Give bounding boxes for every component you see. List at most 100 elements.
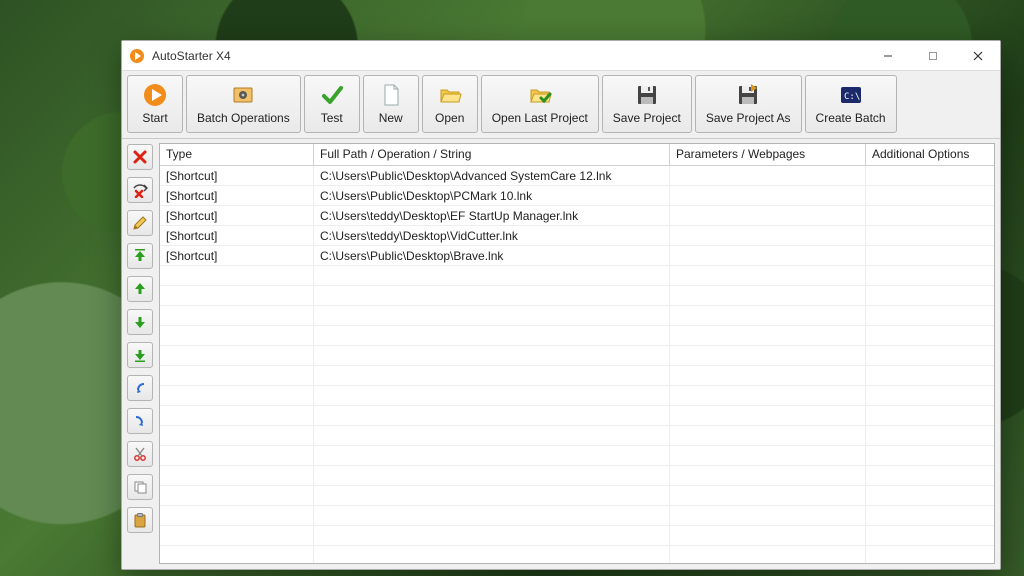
create-batch-button[interactable]: C:\ Create Batch: [805, 75, 897, 133]
batch-ops-label: Batch Operations: [197, 111, 290, 125]
table-row[interactable]: [160, 466, 994, 486]
cell-path: [314, 286, 670, 305]
table-row[interactable]: [160, 406, 994, 426]
cell-options: [866, 206, 994, 225]
open-button[interactable]: Open: [422, 75, 478, 133]
col-params[interactable]: Parameters / Webpages: [670, 144, 866, 165]
cell-options: [866, 546, 994, 563]
table-row[interactable]: [160, 546, 994, 563]
table-row[interactable]: [160, 526, 994, 546]
cell-path: [314, 466, 670, 485]
cell-path: C:\Users\Public\Desktop\Advanced SystemC…: [314, 166, 670, 185]
close-button[interactable]: [955, 41, 1000, 70]
play-icon: [143, 83, 167, 107]
side-toolbar: [127, 143, 155, 564]
cell-params: [670, 266, 866, 285]
cell-options: [866, 166, 994, 185]
cell-type: [160, 406, 314, 425]
move-bottom-button[interactable]: [127, 342, 153, 368]
table-row[interactable]: [Shortcut]C:\Users\Public\Desktop\Brave.…: [160, 246, 994, 266]
delete-button[interactable]: [127, 144, 153, 170]
folder-open-icon: [438, 83, 462, 107]
cell-type: [160, 506, 314, 525]
move-down-button[interactable]: [127, 309, 153, 335]
save-as-icon: [736, 83, 760, 107]
cell-type: [160, 266, 314, 285]
terminal-icon: C:\: [839, 83, 863, 107]
cell-options: [866, 466, 994, 485]
maximize-button[interactable]: [910, 41, 955, 70]
new-button[interactable]: New: [363, 75, 419, 133]
cell-params: [670, 186, 866, 205]
save-project-as-button[interactable]: Save Project As: [695, 75, 802, 133]
table-row[interactable]: [160, 426, 994, 446]
table-row[interactable]: [160, 506, 994, 526]
cell-options: [866, 306, 994, 325]
cell-params: [670, 446, 866, 465]
cell-path: C:\Users\Public\Desktop\Brave.lnk: [314, 246, 670, 265]
open-last-label: Open Last Project: [492, 111, 588, 125]
save-label: Save Project: [613, 111, 681, 125]
titlebar[interactable]: AutoStarter X4: [122, 41, 1000, 71]
table-row[interactable]: [160, 286, 994, 306]
cell-params: [670, 286, 866, 305]
cell-options: [866, 226, 994, 245]
minimize-button[interactable]: [865, 41, 910, 70]
col-options[interactable]: Additional Options: [866, 144, 994, 165]
open-last-project-button[interactable]: Open Last Project: [481, 75, 599, 133]
copy-button[interactable]: [127, 474, 153, 500]
table-row[interactable]: [Shortcut]C:\Users\Public\Desktop\Advanc…: [160, 166, 994, 186]
cell-params: [670, 546, 866, 563]
window-controls: [865, 41, 1000, 70]
move-up-button[interactable]: [127, 276, 153, 302]
cell-path: [314, 306, 670, 325]
delete-all-button[interactable]: [127, 177, 153, 203]
cell-params: [670, 506, 866, 525]
col-type[interactable]: Type: [160, 144, 314, 165]
desktop-background: AutoStarter X4 Start: [0, 0, 1024, 576]
edit-button[interactable]: [127, 210, 153, 236]
grid-header: Type Full Path / Operation / String Para…: [160, 144, 994, 166]
cell-options: [866, 526, 994, 545]
move-top-button[interactable]: [127, 243, 153, 269]
cell-options: [866, 246, 994, 265]
undo-button[interactable]: [127, 375, 153, 401]
cell-params: [670, 366, 866, 385]
cell-params: [670, 526, 866, 545]
table-row[interactable]: [Shortcut]C:\Users\Public\Desktop\PCMark…: [160, 186, 994, 206]
start-button[interactable]: Start: [127, 75, 183, 133]
paste-button[interactable]: [127, 507, 153, 533]
table-row[interactable]: [160, 486, 994, 506]
cell-path: [314, 506, 670, 525]
cell-type: [160, 446, 314, 465]
table-row[interactable]: [Shortcut]C:\Users\teddy\Desktop\VidCutt…: [160, 226, 994, 246]
cell-type: [Shortcut]: [160, 166, 314, 185]
batch-ops-icon: [231, 83, 255, 107]
table-row[interactable]: [160, 346, 994, 366]
table-row[interactable]: [Shortcut]C:\Users\teddy\Desktop\EF Star…: [160, 206, 994, 226]
cell-path: [314, 346, 670, 365]
cell-type: [160, 286, 314, 305]
create-batch-label: Create Batch: [816, 111, 886, 125]
col-path[interactable]: Full Path / Operation / String: [314, 144, 670, 165]
redo-button[interactable]: [127, 408, 153, 434]
table-row[interactable]: [160, 306, 994, 326]
table-row[interactable]: [160, 386, 994, 406]
table-row[interactable]: [160, 366, 994, 386]
cell-path: [314, 546, 670, 563]
table-row[interactable]: [160, 266, 994, 286]
batch-operations-button[interactable]: Batch Operations: [186, 75, 301, 133]
cell-type: [Shortcut]: [160, 186, 314, 205]
test-button[interactable]: Test: [304, 75, 360, 133]
table-row[interactable]: [160, 446, 994, 466]
cell-options: [866, 326, 994, 345]
cell-type: [160, 466, 314, 485]
cut-button[interactable]: [127, 441, 153, 467]
cell-params: [670, 466, 866, 485]
cell-type: [160, 306, 314, 325]
cell-options: [866, 426, 994, 445]
table-row[interactable]: [160, 326, 994, 346]
items-grid[interactable]: Type Full Path / Operation / String Para…: [159, 143, 995, 564]
grid-body[interactable]: [Shortcut]C:\Users\Public\Desktop\Advanc…: [160, 166, 994, 563]
save-project-button[interactable]: Save Project: [602, 75, 692, 133]
